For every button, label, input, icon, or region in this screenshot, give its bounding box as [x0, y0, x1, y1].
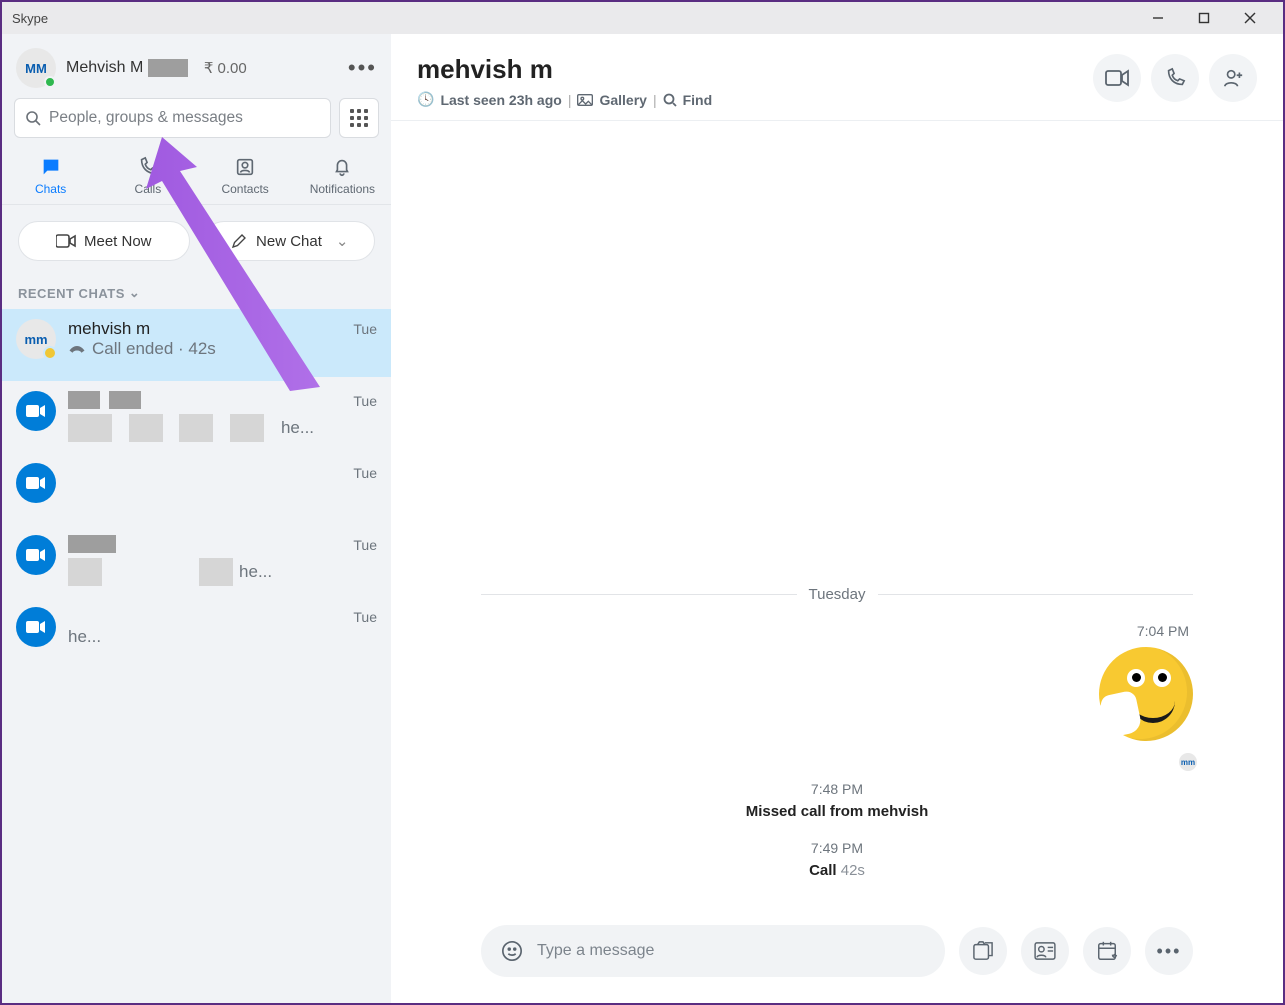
chat-title: mehvish m — [68, 319, 341, 339]
message-list[interactable]: Tuesday 7:04 PM mm 7:48 PM Missed call f… — [391, 121, 1283, 909]
add-people-button[interactable] — [1209, 54, 1257, 102]
phone-icon — [137, 156, 159, 178]
chat-item[interactable]: Tue — [2, 453, 391, 525]
chevron-down-icon: ⌄ — [336, 232, 349, 250]
contacts-icon — [234, 156, 256, 178]
chat-item-mehvish[interactable]: mm mehvish m Call ended · 42s Tue — [2, 309, 391, 381]
more-button[interactable]: ••• — [1145, 927, 1193, 975]
balance-label[interactable]: ₹ 0.00 — [204, 59, 247, 77]
pencil-icon — [230, 232, 248, 250]
chat-header: mehvish m 🕓 Last seen 23h ago | Gallery … — [391, 34, 1283, 121]
chat-preview: he... — [68, 558, 341, 586]
last-seen-label: Last seen 23h ago — [440, 92, 561, 108]
presence-online-icon — [44, 76, 56, 88]
message-emoji: mm — [481, 647, 1193, 741]
chat-title — [68, 535, 341, 558]
sidebar: MM Mehvish M ₹ 0.00 ••• Chats Calls — [2, 34, 391, 1003]
message-time: 7:04 PM — [481, 623, 1189, 639]
gallery-button[interactable]: Gallery — [599, 92, 646, 108]
titlebar: Skype — [2, 2, 1283, 34]
more-icon[interactable]: ••• — [348, 55, 377, 81]
message-input[interactable] — [537, 942, 925, 960]
wave-emoji-icon — [1099, 647, 1193, 741]
chat-item[interactable]: he... Tue — [2, 381, 391, 453]
search-icon — [663, 93, 677, 107]
chat-item[interactable]: he... Tue — [2, 597, 391, 669]
chevron-down-icon: ⌄ — [129, 285, 140, 301]
schedule-call-button[interactable] — [1083, 927, 1131, 975]
avatar: mm — [16, 319, 56, 359]
avatar — [16, 535, 56, 575]
bell-icon — [331, 156, 353, 178]
nav-tabs: Chats Calls Contacts Notifications — [2, 156, 391, 205]
chat-title: mehvish m — [417, 54, 1083, 85]
search-input-wrap[interactable] — [14, 98, 331, 138]
presence-away-icon — [43, 346, 57, 360]
chat-title — [68, 463, 341, 483]
avatar — [16, 463, 56, 503]
avatar — [16, 391, 56, 431]
recent-chats-heading[interactable]: RECENT CHATS ⌄ — [2, 277, 391, 309]
video-call-button[interactable] — [1093, 54, 1141, 102]
chat-time: Tue — [353, 463, 377, 481]
meet-now-button[interactable]: Meet Now — [18, 221, 190, 261]
redacted-block — [148, 59, 188, 77]
chat-preview: Call ended · 42s — [68, 339, 341, 359]
composer: ••• — [391, 909, 1283, 1003]
chat-preview — [68, 483, 341, 503]
search-input[interactable] — [49, 109, 320, 127]
contact-card-button[interactable] — [1021, 927, 1069, 975]
chat-preview: he... — [68, 627, 341, 647]
chat-time: Tue — [353, 607, 377, 625]
search-icon — [25, 110, 41, 126]
chat-icon — [40, 156, 62, 178]
phone-down-icon — [68, 343, 86, 355]
maximize-button[interactable] — [1181, 2, 1227, 34]
video-icon — [56, 233, 76, 249]
me-name: Mehvish M — [66, 59, 188, 77]
emoji-icon[interactable] — [501, 940, 523, 962]
dialpad-icon — [350, 109, 368, 127]
clock-icon: 🕓 — [417, 91, 434, 108]
attach-file-button[interactable] — [959, 927, 1007, 975]
chat-time: Tue — [353, 535, 377, 553]
tab-chats[interactable]: Chats — [11, 156, 91, 196]
close-button[interactable] — [1227, 2, 1273, 34]
minimize-button[interactable] — [1135, 2, 1181, 34]
chat-title — [68, 607, 341, 627]
me-row[interactable]: MM Mehvish M ₹ 0.00 ••• — [2, 34, 391, 98]
audio-call-button[interactable] — [1151, 54, 1199, 102]
tab-contacts[interactable]: Contacts — [205, 156, 285, 196]
me-avatar[interactable]: MM — [16, 48, 56, 88]
message-input-wrap[interactable] — [481, 925, 945, 977]
read-receipt-avatar: mm — [1179, 753, 1197, 771]
find-button[interactable]: Find — [683, 92, 713, 108]
window-title: Skype — [12, 11, 48, 26]
gallery-icon — [577, 94, 593, 106]
day-separator: Tuesday — [481, 586, 1193, 603]
tab-calls[interactable]: Calls — [108, 156, 188, 196]
chat-time: Tue — [353, 319, 377, 337]
avatar — [16, 607, 56, 647]
chat-preview: he... — [68, 414, 341, 442]
chat-item[interactable]: he... Tue — [2, 525, 391, 597]
conversation-panel: mehvish m 🕓 Last seen 23h ago | Gallery … — [391, 34, 1283, 1003]
dialpad-button[interactable] — [339, 98, 379, 138]
chat-title — [68, 391, 341, 414]
chat-time: Tue — [353, 391, 377, 409]
system-message-missed-call: 7:48 PM Missed call from mehvish — [481, 781, 1193, 820]
system-message-call: 7:49 PM Call 42s — [481, 840, 1193, 879]
new-chat-button[interactable]: New Chat ⌄ — [204, 221, 376, 261]
tab-notifications[interactable]: Notifications — [302, 156, 382, 196]
